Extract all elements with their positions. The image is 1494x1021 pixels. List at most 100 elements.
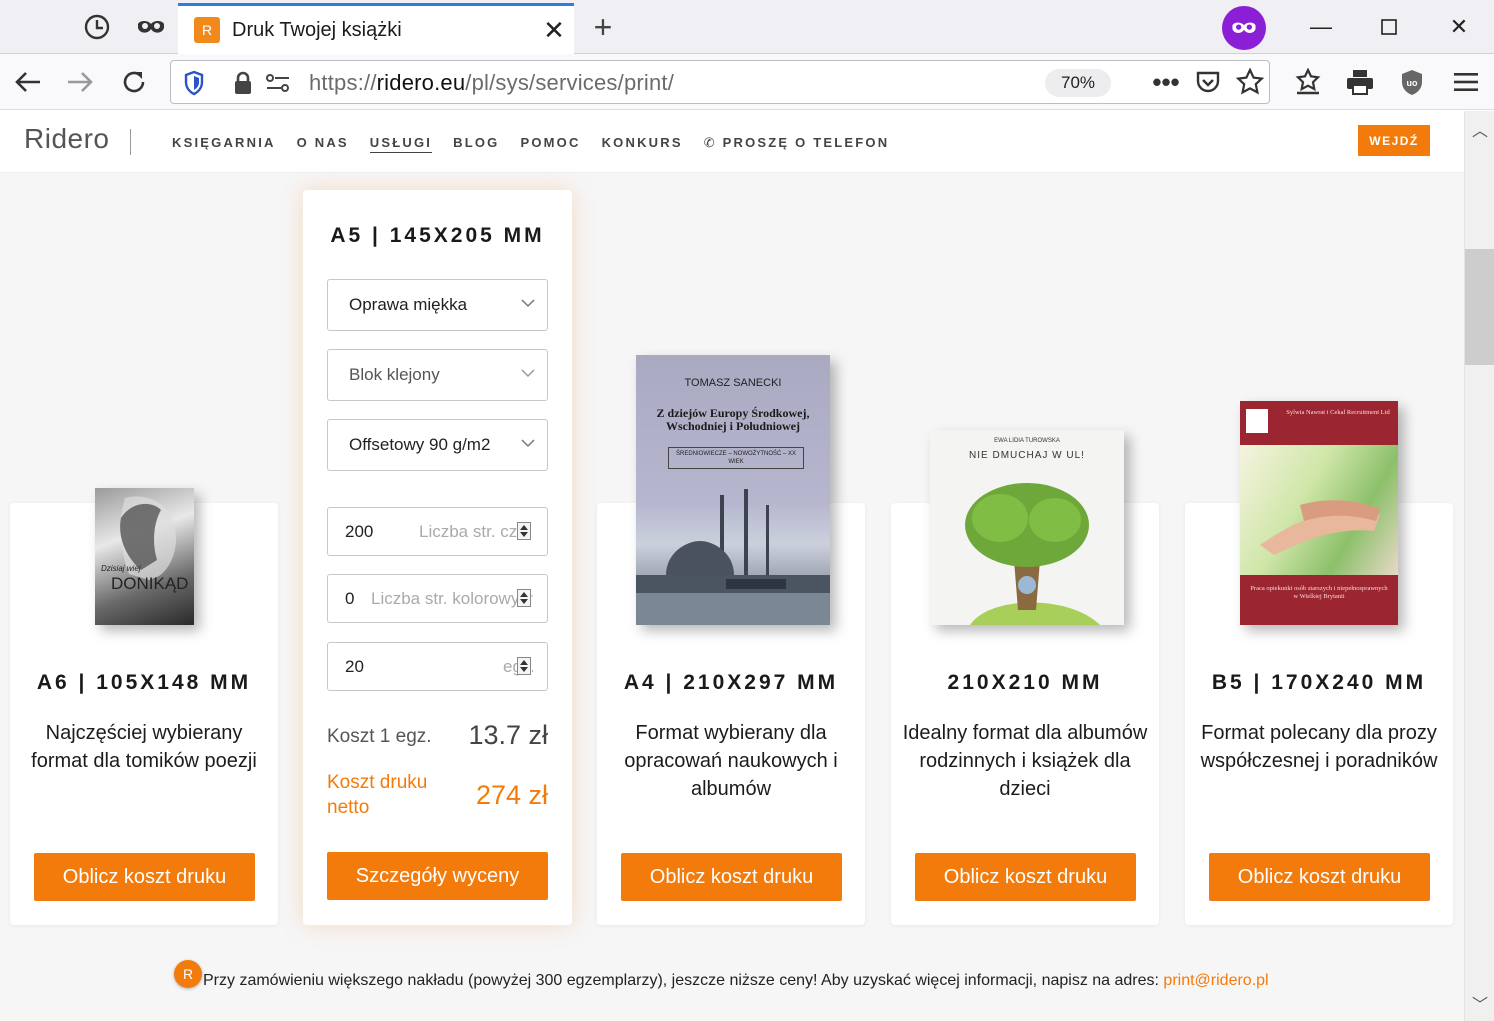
woman-portrait-illustration [120, 496, 177, 580]
stepper-icon[interactable] [517, 589, 531, 607]
forward-icon[interactable] [60, 62, 100, 102]
bw-pages-input[interactable]: 200 Liczba str. cz/b [327, 507, 548, 556]
format-title: 210X210 MM [947, 671, 1103, 694]
menu-konkurs[interactable]: KONKURS [602, 135, 683, 153]
private-browsing-icon [1222, 6, 1266, 50]
page-scrollbar[interactable]: ︿ ﹀ [1464, 111, 1494, 1021]
close-tab-icon[interactable]: ✕ [534, 15, 574, 46]
main-menu: KSIĘGARNIA O NAS USŁUGI BLOG POMOC KONKU… [172, 135, 910, 153]
block-value: Blok klejony [349, 365, 440, 384]
back-icon[interactable] [8, 62, 48, 102]
bw-pages-placeholder: Liczba str. cz/b [419, 522, 531, 541]
square-cover-title: NIE DMUCHAJ W UL! [969, 450, 1085, 461]
print-email-link[interactable]: print@ridero.pl [1163, 972, 1268, 989]
format-description: Format polecany dla prozy współczesnej i… [1200, 722, 1438, 772]
chevron-down-icon [521, 299, 535, 308]
color-pages-input[interactable]: 0 Liczba str. kolorowych [327, 574, 548, 623]
calculator-card-a5: A5 | 145X205 MM Oprawa miękka Blok klejo… [303, 190, 572, 925]
bookmark-star-icon[interactable] [1230, 62, 1270, 102]
minimize-icon[interactable]: — [1296, 8, 1346, 46]
tracking-shield-icon[interactable] [183, 70, 205, 101]
login-button[interactable]: WEJDŹ [1358, 125, 1430, 156]
svg-text:uo: uo [1407, 78, 1418, 88]
a6-cover-line1: Dzisiaj wiej [101, 564, 141, 573]
scroll-up-icon[interactable]: ︿ [1472, 117, 1488, 141]
stepper-icon[interactable] [517, 657, 531, 675]
url-text: https://ridero.eu/pl/sys/services/print/ [309, 70, 675, 95]
a4-cover-subtitle: ŚREDNIOWIECZE – NOWOŻYTNOŚĆ – XX WIEK [668, 447, 804, 469]
calculate-cost-button-a4[interactable]: Oblicz koszt druku [621, 853, 842, 901]
new-tab-icon[interactable]: + [584, 8, 622, 46]
pocket-icon[interactable] [1188, 62, 1228, 102]
format-description: Format wybierany dla opracowań naukowych… [624, 722, 838, 800]
stepper-icon[interactable] [517, 522, 531, 540]
color-pages-value: 0 [345, 589, 355, 608]
permissions-icon[interactable] [265, 73, 291, 98]
chevron-down-icon [521, 369, 535, 378]
calculate-cost-button-a6[interactable]: Oblicz koszt druku [34, 853, 255, 901]
unit-cost-value: 13.7 zł [468, 720, 548, 750]
maximize-icon[interactable] [1364, 8, 1414, 46]
active-tab[interactable]: R Druk Twojej książki ✕ [178, 3, 574, 54]
reload-icon[interactable] [114, 62, 154, 102]
bulk-order-note: Przy zamówieniu większego nakładu (powyż… [0, 972, 1464, 990]
block-select[interactable]: Blok klejony [327, 349, 548, 401]
unit-cost-label: Koszt 1 egz. [327, 726, 432, 747]
menu-pomoc[interactable]: POMOC [520, 135, 580, 153]
close-window-icon[interactable]: ✕ [1434, 8, 1484, 46]
more-actions-icon[interactable]: ••• [1146, 62, 1186, 102]
logo-separator [130, 129, 131, 155]
format-title: A4 | 210X297 MM [623, 671, 839, 694]
menu-telefon[interactable]: ✆ PROSZĘ O TELEFON [704, 135, 890, 153]
a4-cover-author: TOMASZ SANECKI [684, 377, 782, 389]
bookmarks-list-icon[interactable] [1288, 62, 1328, 102]
history-icon[interactable] [78, 8, 116, 46]
color-pages-placeholder: Liczba str. kolorowych [371, 589, 533, 608]
quote-details-button[interactable]: Szczegóły wyceny [327, 852, 548, 900]
mosque-skyline-illustration [636, 489, 830, 625]
net-cost-value: 274 zł [475, 780, 548, 810]
zoom-level[interactable]: 70% [1045, 69, 1111, 97]
book-cover-a6: Dzisiaj wiej DONIKĄD [95, 488, 194, 625]
tab-title: Druk Twojej książki [232, 18, 402, 41]
phone-icon: ✆ [703, 135, 723, 150]
binding-select[interactable]: Oprawa miękka [327, 279, 548, 331]
format-title: A6 | 105X148 MM [36, 671, 252, 694]
tree-illustration [965, 483, 1100, 625]
menu-ksiegarnia[interactable]: KSIĘGARNIA [172, 135, 276, 153]
calculate-cost-button-b5[interactable]: Oblicz koszt druku [1209, 853, 1430, 901]
calculate-cost-button-square[interactable]: Oblicz koszt druku [915, 853, 1136, 901]
a6-cover-title: DONIKĄD [111, 574, 189, 593]
ublock-icon[interactable]: uo [1392, 62, 1432, 102]
scroll-down-icon[interactable]: ﹀ [1472, 991, 1488, 1015]
chevron-down-icon [521, 439, 535, 448]
book-cover-square: EWA LIDIA TUROWSKA NIE DMUCHAJ W UL! [930, 430, 1124, 625]
menu-blog[interactable]: BLOG [453, 135, 499, 153]
cekal-logo-icon [1246, 409, 1268, 433]
copies-input[interactable]: 20 egz. [327, 642, 548, 691]
url-bar[interactable]: https://ridero.eu/pl/sys/services/print/… [170, 60, 1270, 104]
format-description: Najczęściej wybierany format dla tomików… [31, 722, 257, 772]
private-mask-icon[interactable] [132, 8, 170, 46]
print-icon[interactable] [1340, 62, 1380, 102]
nav-bar: https://ridero.eu/pl/sys/services/print/… [0, 54, 1494, 110]
net-cost-label: Koszt druku netto [327, 772, 428, 818]
scrollbar-thumb[interactable] [1465, 249, 1494, 365]
bw-pages-value: 200 [345, 522, 374, 541]
hands-photo [1240, 445, 1398, 575]
book-cover-b5: Sylwia Nawrat i Cekal Recruitment Ltd Pr… [1240, 401, 1398, 625]
hamburger-menu-icon[interactable] [1446, 62, 1486, 102]
ridero-logo[interactable]: Ridero [24, 123, 109, 155]
format-description: Idealny format dla albumów rodzinnych i … [902, 722, 1148, 800]
lock-icon[interactable] [233, 71, 253, 100]
paper-select[interactable]: Offsetowy 90 g/m2 [327, 419, 548, 471]
site-header: Ridero KSIĘGARNIA O NAS USŁUGI BLOG POMO… [0, 111, 1464, 173]
b5-cover-author: Sylwia Nawrat i Cekal Recruitment Ltd [1286, 409, 1390, 416]
menu-o-nas[interactable]: O NAS [297, 135, 349, 153]
menu-telefon-label: PROSZĘ O TELEFON [722, 135, 890, 150]
book-cover-a4: TOMASZ SANECKI Z dziejów Europy Środkowe… [636, 355, 830, 625]
menu-uslugi[interactable]: USŁUGI [369, 135, 433, 153]
format-title: B5 | 170X240 MM [1211, 671, 1427, 694]
binding-value: Oprawa miękka [349, 295, 468, 314]
copies-value: 20 [345, 657, 364, 676]
